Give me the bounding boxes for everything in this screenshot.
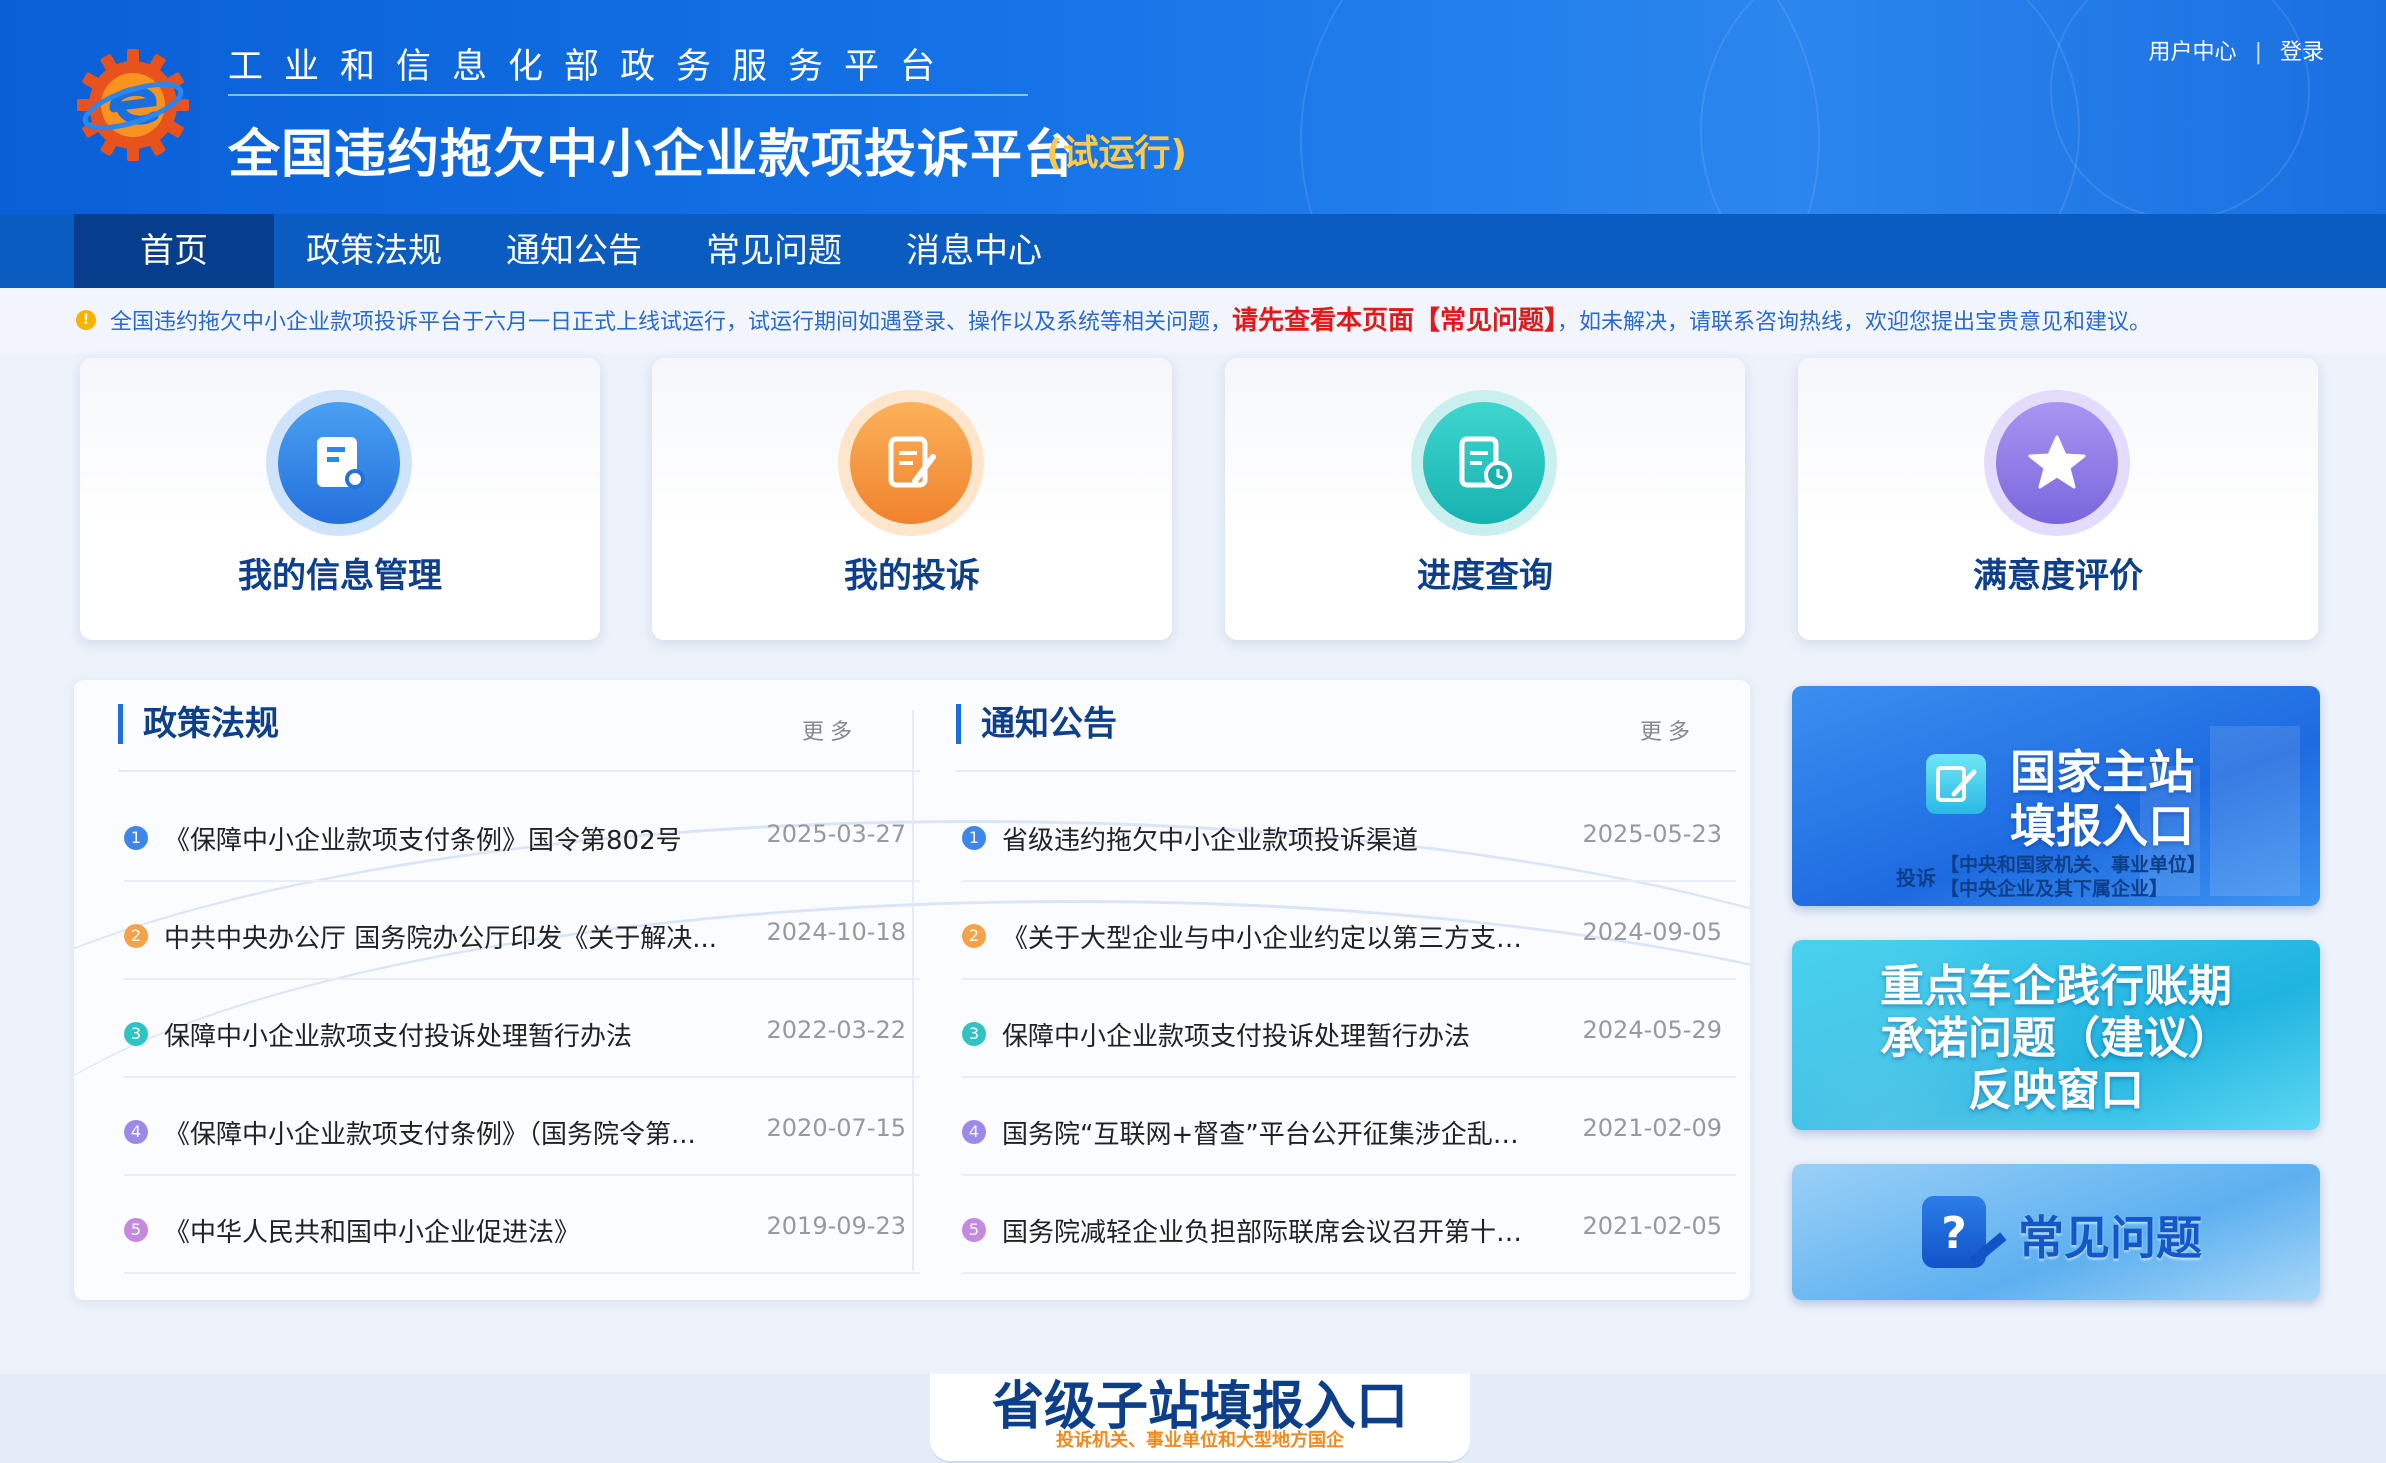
notices-more-link[interactable]: 更多 (1640, 714, 1696, 746)
notice-date: 2021-02-05 (1582, 1212, 1722, 1240)
national-sub2: 【中央企业及其下属企业】 (1940, 878, 2169, 900)
policy-row[interactable]: 3 保障中小企业款项支付投诉处理暂行办法 2022-03-22 (124, 982, 920, 1078)
card-icon-ring (838, 390, 984, 536)
notice-title[interactable]: 保障中小企业款项支付投诉处理暂行办法 (1002, 1016, 1470, 1053)
top-links: 用户中心 | 登录 (2149, 34, 2324, 66)
national-complaint-label: 投诉 (1896, 866, 1936, 890)
notice-title[interactable]: 国务院“互联网+督查”平台公开征集涉企乱收费... (1002, 1114, 1542, 1151)
notice-title[interactable]: 《关于大型企业与中小企业约定以第三方支付... (1002, 918, 1542, 955)
progress-icon (1423, 402, 1545, 524)
notice-row[interactable]: 5 国务院减轻企业负担部际联席会议召开第十次... 2021-02-05 (962, 1178, 1736, 1274)
user-center-link[interactable]: 用户中心 (2149, 34, 2237, 66)
main-nav: 首页 政策法规 通知公告 常见问题 消息中心 (0, 214, 2386, 288)
card-label: 进度查询 (1417, 556, 1553, 596)
province-entry-subtitle: 投诉机关、事业单位和大型地方国企 (1056, 1430, 1344, 1451)
card-label: 我的投诉 (844, 556, 980, 596)
national-sub1: 【中央和国家机关、事业单位】 (1940, 854, 2207, 876)
policy-date: 2020-07-15 (766, 1114, 906, 1142)
policy-title[interactable]: 《中华人民共和国中小企业促进法》 (164, 1212, 580, 1249)
card-label: 我的信息管理 (238, 556, 442, 596)
profile-icon (278, 402, 400, 524)
national-title-line2: 填报入口 (2010, 799, 2194, 853)
card-my-complaints[interactable]: 我的投诉 (652, 358, 1172, 640)
complaint-icon (850, 402, 972, 524)
notice-faq-link[interactable]: 请先查看本页面【常见问题】 (1232, 306, 1557, 336)
star-icon (1996, 402, 2118, 524)
policy-date: 2019-09-23 (766, 1212, 906, 1240)
car-title-line3: 反映窗口 (1968, 1065, 2144, 1116)
policy-section-title: 政策法规 (118, 704, 279, 744)
notice-text-after: ，如未解决，请联系咨询热线，欢迎您提出宝贵意见和建议。 (1557, 310, 2152, 335)
nav-item-faq[interactable]: 常见问题 (674, 214, 874, 288)
card-my-info[interactable]: 我的信息管理 (80, 358, 600, 640)
policy-row[interactable]: 5 《中华人民共和国中小企业促进法》 2019-09-23 (124, 1178, 920, 1274)
notice-date: 2024-05-29 (1582, 1016, 1722, 1044)
row-number-badge: 4 (124, 1120, 148, 1144)
policy-date: 2025-03-27 (766, 820, 906, 848)
card-icon-ring (266, 390, 412, 536)
edit-form-icon (1926, 754, 1986, 814)
notice-row[interactable]: 1 省级违约拖欠中小企业款项投诉渠道 2025-05-23 (962, 786, 1736, 882)
notice-row[interactable]: 4 国务院“互联网+督查”平台公开征集涉企乱收费... 2021-02-09 (962, 1080, 1736, 1176)
notice-title[interactable]: 省级违约拖欠中小企业款项投诉渠道 (1002, 820, 1418, 857)
section-divider (956, 770, 1736, 772)
card-icon-ring (1984, 390, 2130, 536)
row-number-badge: 1 (124, 826, 148, 850)
card-label: 满意度评价 (1973, 556, 2143, 596)
notice-row[interactable]: 2 《关于大型企业与中小企业约定以第三方支付... 2024-09-05 (962, 884, 1736, 980)
login-link[interactable]: 登录 (2280, 34, 2324, 66)
banner-decoration (1700, 0, 2080, 214)
policy-title[interactable]: 《保障中小企业款项支付条例》（国务院令第... (164, 1114, 696, 1151)
row-number-badge: 3 (124, 1022, 148, 1046)
row-number-badge: 5 (124, 1218, 148, 1242)
notice-row[interactable]: 3 保障中小企业款项支付投诉处理暂行办法 2024-05-29 (962, 982, 1736, 1078)
card-satisfaction[interactable]: 满意度评价 (1798, 358, 2318, 640)
svg-text:?: ? (1941, 1208, 1967, 1259)
trial-badge: (试运行) (1046, 133, 1187, 174)
row-number-badge: 3 (962, 1022, 986, 1046)
notice-text: 全国违约拖欠中小企业款项投诉平台于六月一日正式上线试运行，试运行期间如遇登录、操… (110, 304, 2151, 338)
policy-title[interactable]: 《保障中小企业款项支付条例》国令第802号 (164, 820, 682, 857)
title-divider (228, 94, 1028, 96)
notices-section-title: 通知公告 (956, 704, 1117, 744)
policy-row[interactable]: 2 中共中央办公厅 国务院办公厅印发《关于解决... 2024-10-18 (124, 884, 920, 980)
gov-platform-title: 工业和信息化部政务服务平台 (228, 47, 957, 87)
policy-title[interactable]: 保障中小企业款项支付投诉处理暂行办法 (164, 1016, 632, 1053)
policy-more-link[interactable]: 更多 (802, 714, 858, 746)
notice-date: 2024-09-05 (1582, 918, 1722, 946)
nav-item-home[interactable]: 首页 (74, 214, 274, 288)
policy-row[interactable]: 4 《保障中小企业款项支付条例》（国务院令第... 2020-07-15 (124, 1080, 920, 1176)
notice-date: 2021-02-09 (1582, 1114, 1722, 1142)
policy-date: 2024-10-18 (766, 918, 906, 946)
row-number-badge: 4 (962, 1120, 986, 1144)
header-banner: 工业和信息化部政务服务平台 全国违约拖欠中小企业款项投诉平台 (试运行) 用户中… (0, 0, 2386, 214)
notice-date: 2025-05-23 (1582, 820, 1722, 848)
section-divider (118, 770, 920, 772)
faq-banner[interactable]: ? 常见问题 (1792, 1164, 2320, 1300)
nav-item-notices[interactable]: 通知公告 (474, 214, 674, 288)
page-title: 全国违约拖欠中小企业款项投诉平台 (228, 125, 1077, 185)
row-number-badge: 1 (962, 826, 986, 850)
card-icon-ring (1411, 390, 1557, 536)
card-progress[interactable]: 进度查询 (1225, 358, 1745, 640)
notice-title[interactable]: 国务院减轻企业负担部际联席会议召开第十次... (1002, 1212, 1542, 1249)
banner-building-decoration (2210, 726, 2300, 896)
link-separator: | (2254, 40, 2262, 65)
row-number-badge: 2 (124, 924, 148, 948)
car-enterprise-window-banner[interactable]: 重点车企践行账期 承诺问题（建议） 反映窗口 (1792, 940, 2320, 1130)
platform-logo-icon (77, 49, 189, 161)
national-entry-banner[interactable]: 国家主站 填报入口 投诉 【中央和国家机关、事业单位】 【中央企业及其下属企业】 (1792, 686, 2320, 906)
row-number-badge: 2 (962, 924, 986, 948)
nav-item-policy[interactable]: 政策法规 (274, 214, 474, 288)
nav-item-messages[interactable]: 消息中心 (874, 214, 1074, 288)
banner-decoration (2050, 0, 2310, 214)
policy-date: 2022-03-22 (766, 1016, 906, 1044)
news-panel: 政策法规 更多 1 《保障中小企业款项支付条例》国令第802号 2025-03-… (74, 680, 1750, 1300)
policy-title[interactable]: 中共中央办公厅 国务院办公厅印发《关于解决... (164, 918, 717, 955)
notice-text-before: 全国违约拖欠中小企业款项投诉平台于六月一日正式上线试运行，试运行期间如遇登录、操… (110, 310, 1233, 335)
faq-title: 常见问题 (2018, 1211, 2202, 1265)
info-icon: ! (76, 310, 96, 330)
row-number-badge: 5 (962, 1218, 986, 1242)
policy-row[interactable]: 1 《保障中小企业款项支付条例》国令第802号 2025-03-27 (124, 786, 920, 882)
